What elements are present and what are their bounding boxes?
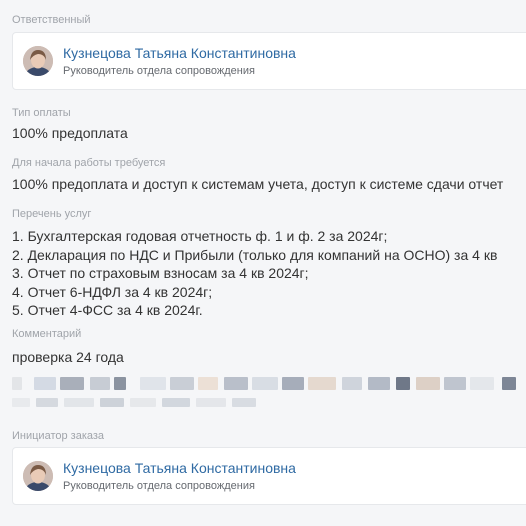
responsible-card[interactable]: Кузнецова Татьяна Константиновна Руковод… [12,32,526,90]
initiator-card[interactable]: Кузнецова Татьяна Константиновна Руковод… [12,447,526,505]
responsible-avatar [23,46,53,76]
services-label: Перечень услуг [12,208,92,220]
initiator-name-link[interactable]: Кузнецова Татьяна Константиновна [63,460,296,476]
obscured-comment-line [12,398,272,407]
requirements-label: Для начала работы требуется [12,157,166,169]
initiator-label: Инициатор заказа [12,430,105,442]
initiator-avatar [23,461,53,491]
payment-type-label: Тип оплаты [12,107,71,119]
comment-value: проверка 24 года [12,349,124,365]
initiator-role: Руководитель отдела сопровождения [63,480,255,492]
responsible-label: Ответственный [12,14,91,26]
services-item: 1. Бухгалтерская годовая отчетность ф. 1… [12,228,388,244]
comment-label: Комментарий [12,328,82,340]
obscured-comment-line [12,377,526,390]
services-item: 4. Отчет 6-НДФЛ за 4 кв 2024г; [12,283,213,300]
responsible-name-link[interactable]: Кузнецова Татьяна Константиновна [63,45,296,61]
services-list: 1. Бухгалтерская годовая отчетность ф. 1… [12,227,497,320]
services-item: 2. Декларация по НДС и Прибыли (только д… [12,246,498,263]
services-item: 3. Отчет по страховым взносам за 4 кв 20… [12,265,309,281]
responsible-role: Руководитель отдела сопровождения [63,65,255,77]
payment-type-value: 100% предоплата [12,125,128,141]
requirements-value: 100% предоплата и доступ к системам учет… [12,176,504,192]
services-item: 5. Отчет 4-ФСС за 4 кв 2024г. [12,302,203,318]
